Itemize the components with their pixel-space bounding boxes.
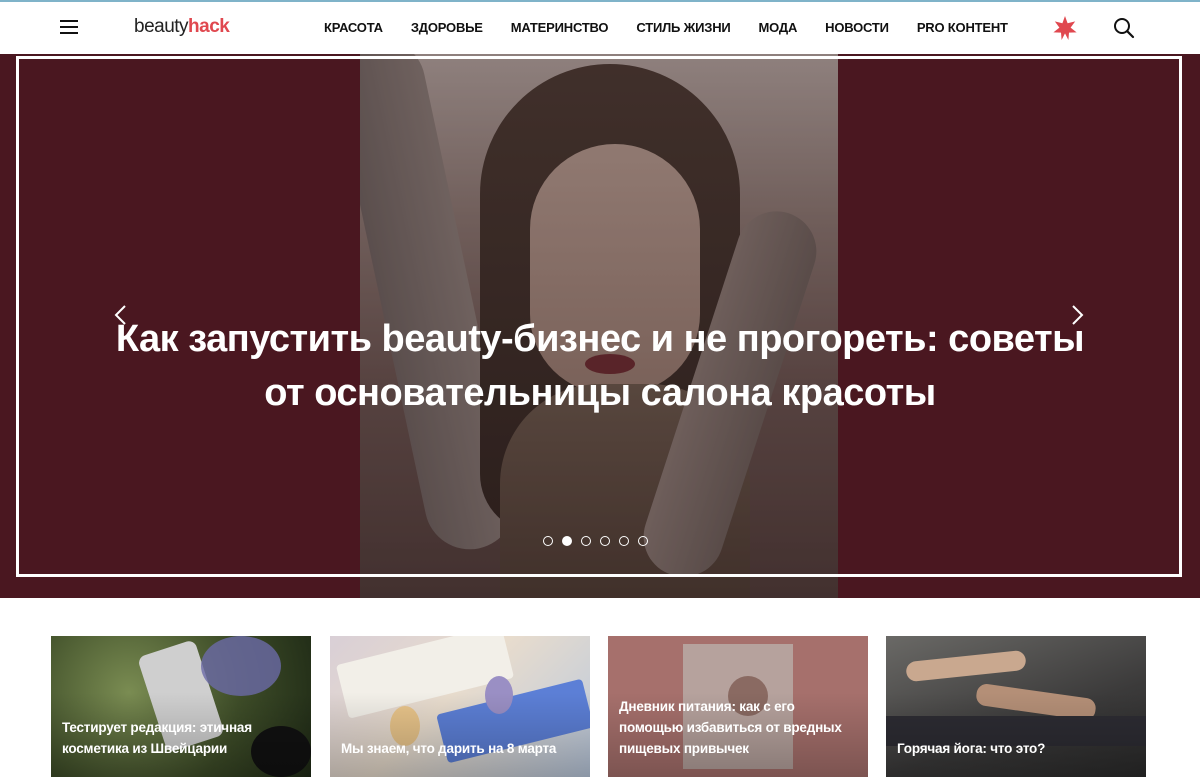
site-header: beautyhack КРАСОТА ЗДОРОВЬЕ МАТЕРИНСТВО … <box>0 2 1200 55</box>
article-cards: Тестирует редакция: этичная косметика из… <box>51 636 1151 777</box>
article-card[interactable]: Горячая йога: что это? <box>886 636 1146 777</box>
slider-dot-1[interactable] <box>543 536 553 546</box>
star-badge-icon[interactable] <box>1052 15 1078 41</box>
nav-item-beauty[interactable]: КРАСОТА <box>324 17 383 39</box>
hero-headline[interactable]: Как запустить beauty-бизнес и не прогоре… <box>100 312 1100 420</box>
search-icon[interactable] <box>1112 16 1136 40</box>
slider-dot-2[interactable] <box>562 536 572 546</box>
article-card[interactable]: Дневник питания: как с его помощью избав… <box>608 636 868 777</box>
site-logo[interactable]: beautyhack <box>134 15 230 39</box>
slider-dot-3[interactable] <box>581 536 591 546</box>
article-card-title: Горячая йога: что это? <box>897 741 1046 756</box>
main-navigation: КРАСОТА ЗДОРОВЬЕ МАТЕРИНСТВО СТИЛЬ ЖИЗНИ… <box>310 17 1022 39</box>
article-card[interactable]: Мы знаем, что дарить на 8 марта <box>330 636 590 777</box>
article-card-title: Дневник питания: как с его помощью избав… <box>619 699 842 756</box>
nav-item-health[interactable]: ЗДОРОВЬЕ <box>411 17 483 39</box>
slider-dot-6[interactable] <box>638 536 648 546</box>
logo-text-beauty: beauty <box>134 16 189 37</box>
slider-dot-5[interactable] <box>619 536 629 546</box>
article-card-title: Тестирует редакция: этичная косметика из… <box>62 720 252 756</box>
slider-pagination <box>543 536 648 546</box>
chevron-right-icon[interactable] <box>1062 298 1092 332</box>
hamburger-menu-icon[interactable] <box>58 17 82 37</box>
nav-item-pro-content[interactable]: PRO КОНТЕНТ <box>917 17 1008 39</box>
nav-item-motherhood[interactable]: МАТЕРИНСТВО <box>511 17 609 39</box>
article-card[interactable]: Тестирует редакция: этичная косметика из… <box>51 636 311 777</box>
slider-dot-4[interactable] <box>600 536 610 546</box>
hero-slider: Как запустить beauty-бизнес и не прогоре… <box>0 54 1200 598</box>
article-card-title: Мы знаем, что дарить на 8 марта <box>341 741 557 756</box>
logo-text-hack: hack <box>188 16 230 37</box>
nav-item-news[interactable]: НОВОСТИ <box>825 17 889 39</box>
nav-item-lifestyle[interactable]: СТИЛЬ ЖИЗНИ <box>636 17 730 39</box>
nav-item-fashion[interactable]: МОДА <box>759 17 798 39</box>
